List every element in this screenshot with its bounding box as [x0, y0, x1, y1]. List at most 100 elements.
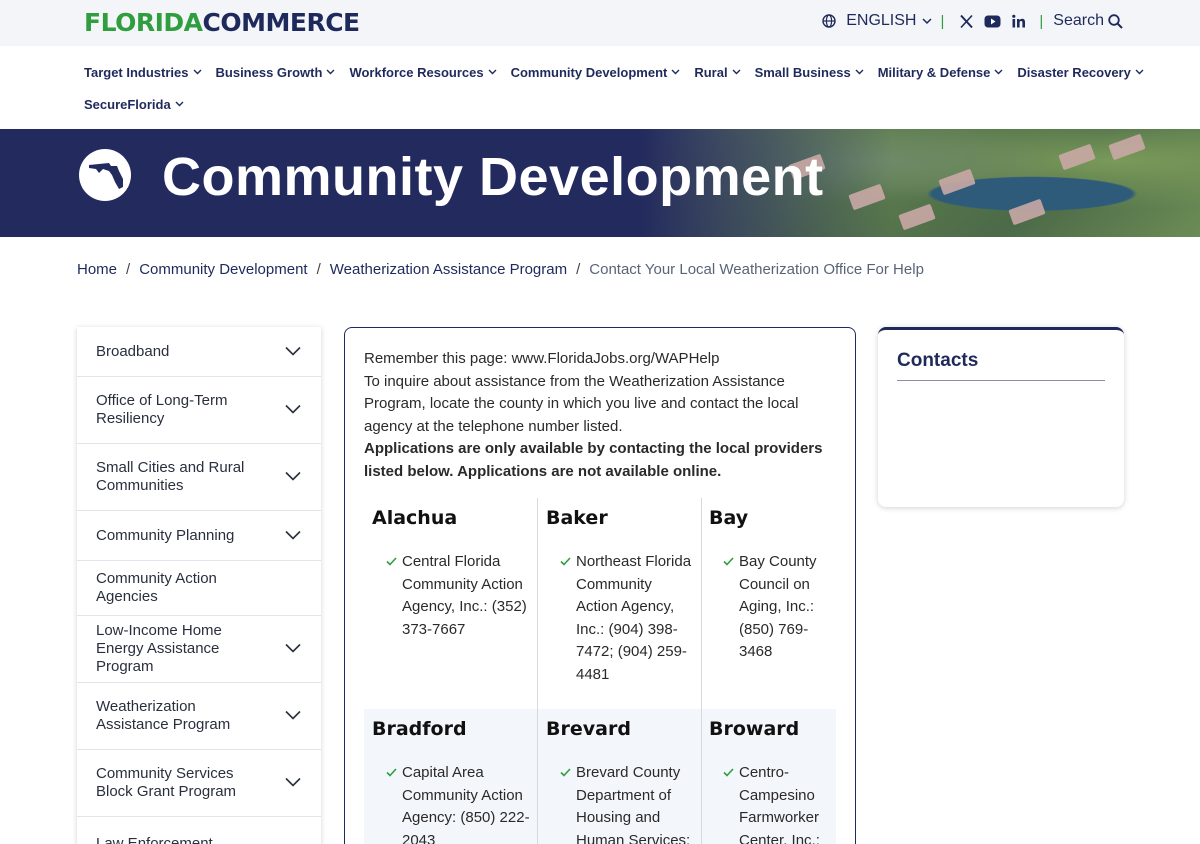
chevron-down-icon	[488, 69, 497, 75]
chevron-down-icon[interactable]	[285, 777, 301, 787]
nav-item-target-industries[interactable]: Target Industries	[84, 65, 202, 80]
sidebar-item-label: Community Services Block Grant Program	[96, 765, 237, 800]
nav-item-rural[interactable]: Rural	[694, 64, 741, 80]
sidebar-item-label: Community Planning	[96, 526, 235, 544]
sidebar-item-label: Low-Income Home Energy Assistance Progra…	[96, 622, 222, 675]
florida-emblem-icon	[79, 149, 131, 201]
chevron-down-icon	[994, 69, 1003, 75]
chevron-down-icon	[175, 101, 184, 107]
agency-text: Bay County Council on Aging, Inc.: (850)…	[739, 553, 817, 660]
sidebar-item-label: Community Action Agencies	[96, 570, 217, 605]
breadcrumb: Home / Community Development / Weatheriz…	[77, 261, 924, 278]
sidebar-item-label: Weatherization Assistance Program	[96, 698, 231, 733]
divider: |	[940, 12, 945, 30]
nav-item-label: Disaster Recovery	[1017, 64, 1131, 80]
check-icon	[560, 768, 571, 777]
breadcrumb-current: Contact Your Local Weatherization Office…	[589, 261, 924, 278]
globe-icon	[822, 14, 836, 28]
nav-item-workforce-resources[interactable]: Workforce Resources	[349, 64, 497, 80]
sidebar-item-weatherization[interactable]: Weatherization Assistance Program	[77, 683, 321, 750]
chevron-down-icon[interactable]	[285, 530, 301, 540]
sidebar-item-label: Broadband	[96, 342, 170, 360]
chevron-down-icon	[671, 69, 680, 75]
breadcrumb-separator: /	[316, 261, 321, 278]
check-icon	[386, 768, 397, 777]
intro-paragraph: To inquire about assistance from the Wea…	[364, 372, 799, 435]
youtube-icon[interactable]	[984, 15, 1001, 28]
logo-text-florida: FLORIDA	[84, 8, 203, 37]
utility-links: ENGLISH | | Search	[822, 12, 1123, 30]
building-shape	[938, 168, 976, 196]
main-content: Remember this page: www.FloridaJobs.org/…	[344, 327, 856, 844]
nav-item-label: Business Growth	[215, 64, 323, 80]
hero-banner: Community Development	[0, 129, 1200, 237]
sidebar-item-label: Office of Long-Term Resiliency	[96, 392, 228, 427]
chevron-down-icon[interactable]	[285, 404, 301, 414]
sidebar-item-broadband[interactable]: Broadband	[77, 327, 321, 377]
top-bar: FLORIDACOMMERCE ENGLISH | | Search	[0, 0, 1200, 46]
nav-item-military-defense[interactable]: Military & Defense	[878, 65, 1004, 80]
search-button[interactable]: Search	[1053, 12, 1104, 30]
sidebar-item-law-enforcement[interactable]: Law Enforcement Recruitment	[77, 817, 321, 844]
chevron-down-icon[interactable]	[285, 643, 301, 653]
sidebar-item-small-cities[interactable]: Small Cities and Rural Communities	[77, 444, 321, 511]
agency-text: Centro-Campesino Farmworker Center, Inc.…	[739, 764, 820, 844]
nav-item-label: Small Business	[754, 64, 851, 80]
nav-item-label: Rural	[694, 64, 728, 80]
contacts-title: Contacts	[897, 350, 979, 371]
language-selector[interactable]: ENGLISH	[846, 12, 916, 30]
chevron-down-icon	[193, 69, 202, 75]
nav-item-label: Target Industries	[84, 64, 189, 80]
sidebar-item-community-action-agencies[interactable]: Community Action Agencies	[77, 561, 321, 616]
search-icon[interactable]	[1108, 13, 1123, 29]
chevron-down-icon[interactable]	[285, 471, 301, 481]
check-icon	[723, 768, 734, 777]
chevron-down-icon	[855, 69, 864, 75]
sidebar-item-liheap[interactable]: Low-Income Home Energy Assistance Progra…	[77, 616, 321, 683]
intro-text: Remember this page: www.FloridaJobs.org/…	[364, 348, 842, 483]
agency-text: Northeast Florida Community Action Agenc…	[576, 553, 692, 683]
nav-item-disaster-recovery[interactable]: Disaster Recovery	[1017, 64, 1144, 80]
contacts-card: Contacts	[878, 327, 1124, 507]
sidebar-item-long-term-resiliency[interactable]: Office of Long-Term Resiliency	[77, 377, 321, 444]
page-title: Community Development	[162, 147, 824, 207]
building-shape	[1058, 143, 1096, 171]
breadcrumb-community-development[interactable]: Community Development	[139, 261, 307, 278]
check-icon	[560, 557, 571, 566]
county-name: Bay	[709, 507, 749, 529]
column-divider	[537, 498, 538, 844]
check-icon	[386, 557, 397, 566]
logo-text-commerce: COMMERCE	[202, 8, 361, 37]
sidebar-item-community-planning[interactable]: Community Planning	[77, 511, 321, 561]
breadcrumb-separator: /	[576, 261, 581, 278]
agency-text: Central Florida Community Action Agency,…	[402, 553, 527, 638]
column-divider	[701, 498, 702, 844]
county-name: Broward	[709, 718, 800, 740]
chevron-down-icon[interactable]	[285, 346, 301, 356]
breadcrumb-weatherization[interactable]: Weatherization Assistance Program	[330, 261, 567, 278]
county-name: Alachua	[372, 507, 458, 529]
chevron-down-icon	[1135, 69, 1144, 75]
nav-item-business-growth[interactable]: Business Growth	[216, 65, 336, 80]
sidebar-item-csbg[interactable]: Community Services Block Grant Program	[77, 750, 321, 817]
building-shape	[1008, 198, 1046, 226]
chevron-down-icon[interactable]	[285, 710, 301, 720]
breadcrumb-home[interactable]: Home	[77, 261, 117, 278]
nav-item-label: Workforce Resources	[349, 64, 484, 80]
intro-notice: Applications are only available by conta…	[364, 440, 823, 480]
x-twitter-icon[interactable]	[959, 14, 974, 29]
nav-item-secureflorida[interactable]: SecureFlorida	[84, 97, 184, 112]
nav-item-label: Community Development	[510, 64, 668, 80]
linkedin-icon[interactable]	[1011, 14, 1026, 29]
building-shape	[898, 203, 936, 231]
sidebar-item-label: Law Enforcement Recruitment	[96, 835, 213, 844]
nav-item-small-business[interactable]: Small Business	[755, 65, 864, 80]
county-name: Bradford	[372, 718, 467, 740]
chevron-down-icon[interactable]	[922, 17, 933, 25]
floridacommerce-logo[interactable]: FLORIDACOMMERCE	[84, 9, 360, 37]
nav-item-community-development[interactable]: Community Development	[511, 65, 681, 80]
county-name: Brevard	[546, 718, 631, 740]
divider	[897, 380, 1105, 381]
sidebar-item-label: Small Cities and Rural Communities	[96, 459, 245, 494]
agency-text: Capital Area Community Action Agency: (8…	[402, 764, 530, 844]
